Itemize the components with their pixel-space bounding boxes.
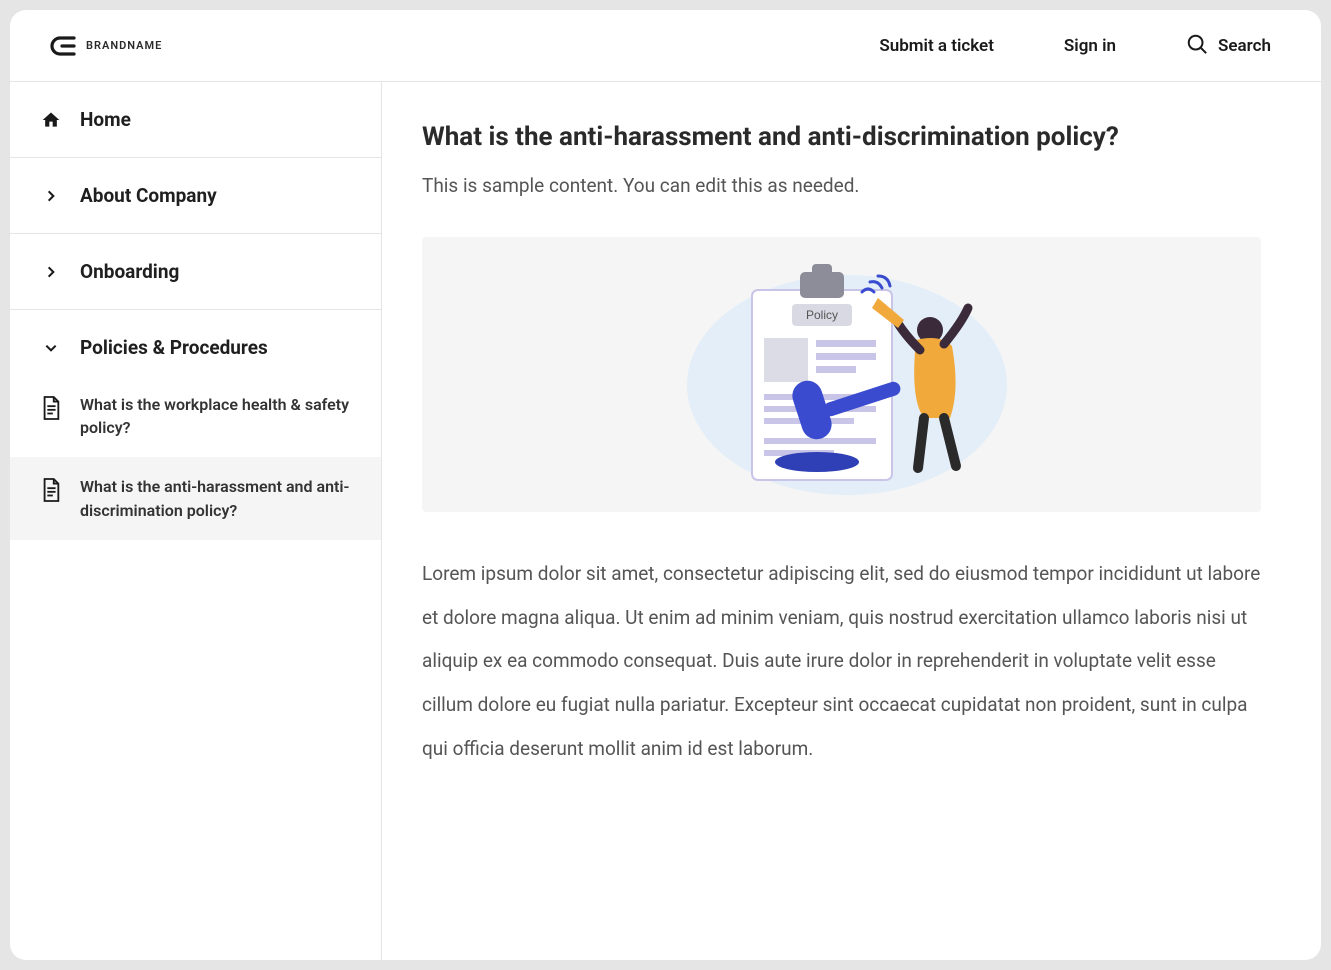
nav-home-label: Home xyxy=(80,108,131,131)
chevron-down-icon xyxy=(40,341,62,355)
article-hero-illustration: Policy xyxy=(422,237,1261,512)
nav-about-company[interactable]: About Company xyxy=(10,158,381,234)
brand-logo-icon xyxy=(50,35,78,57)
document-icon xyxy=(40,477,62,509)
sign-in-link[interactable]: Sign in xyxy=(1064,36,1116,56)
article-intro: This is sample content. You can edit thi… xyxy=(422,174,1261,197)
subnav-item-label: What is the anti-harassment and anti-dis… xyxy=(80,475,361,521)
search-icon xyxy=(1186,33,1208,59)
svg-text:Policy: Policy xyxy=(805,308,837,322)
brand-logo[interactable]: BRANDNAME xyxy=(50,35,162,57)
policies-subnav: What is the workplace health & safety po… xyxy=(10,375,381,540)
body-layout: Home About Company Onboarding xyxy=(10,82,1321,960)
chevron-right-icon xyxy=(40,189,62,203)
sidebar: Home About Company Onboarding xyxy=(10,82,382,960)
search-label: Search xyxy=(1218,36,1271,56)
subnav-item-label: What is the workplace health & safety po… xyxy=(80,393,361,439)
article-body: Lorem ipsum dolor sit amet, consectetur … xyxy=(422,552,1261,770)
article-title: What is the anti-harassment and anti-dis… xyxy=(422,122,1261,152)
submit-ticket-link[interactable]: Submit a ticket xyxy=(879,36,994,56)
search-button[interactable]: Search xyxy=(1186,33,1271,59)
nav-about-label: About Company xyxy=(80,184,217,207)
nav-onboarding-label: Onboarding xyxy=(80,260,179,283)
nav-policies-procedures[interactable]: Policies & Procedures xyxy=(10,310,381,375)
nav-onboarding[interactable]: Onboarding xyxy=(10,234,381,310)
nav-home[interactable]: Home xyxy=(10,82,381,158)
header-actions: Submit a ticket Sign in Search xyxy=(879,33,1271,59)
main-content: What is the anti-harassment and anti-dis… xyxy=(382,82,1321,960)
nav-policies-label: Policies & Procedures xyxy=(80,336,268,359)
chevron-right-icon xyxy=(40,265,62,279)
subnav-anti-harassment[interactable]: What is the anti-harassment and anti-dis… xyxy=(10,457,381,539)
home-icon xyxy=(40,110,62,130)
app-window: BRANDNAME Submit a ticket Sign in Search xyxy=(10,10,1321,960)
subnav-workplace-safety[interactable]: What is the workplace health & safety po… xyxy=(10,375,381,457)
document-icon xyxy=(40,395,62,427)
header-bar: BRANDNAME Submit a ticket Sign in Search xyxy=(10,10,1321,82)
policy-illustration-icon: Policy xyxy=(672,250,1012,500)
brand-name-text: BRANDNAME xyxy=(86,39,162,52)
